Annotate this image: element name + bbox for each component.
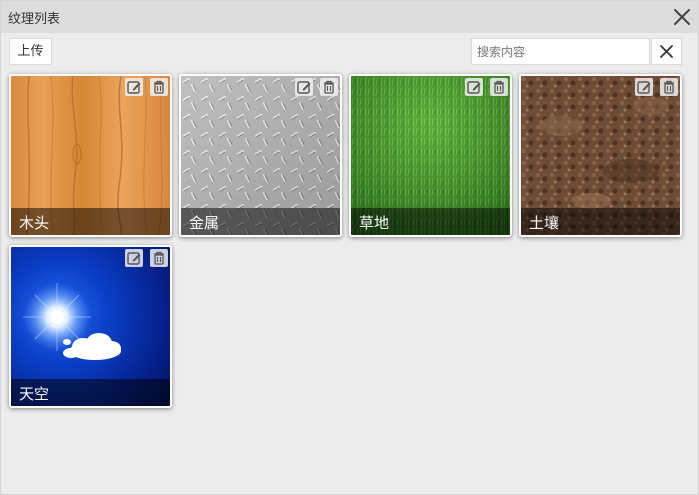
edit-button[interactable]	[465, 78, 483, 96]
trash-icon	[664, 80, 674, 94]
delete-button[interactable]	[150, 78, 168, 96]
texture-card-grass[interactable]: 草地	[349, 74, 512, 237]
title-bar: 纹理列表	[1, 1, 698, 33]
edit-icon	[297, 81, 311, 94]
close-icon	[660, 45, 673, 58]
delete-button[interactable]	[660, 78, 678, 96]
trash-icon	[494, 80, 504, 94]
close-icon	[674, 9, 690, 25]
texture-caption: 天空	[11, 379, 170, 406]
delete-button[interactable]	[150, 249, 168, 267]
texture-card-metal[interactable]: 金属	[179, 74, 342, 237]
edit-button[interactable]	[295, 78, 313, 96]
trash-icon	[154, 251, 164, 265]
texture-card-sky[interactable]: 天空	[9, 245, 172, 408]
upload-button[interactable]: 上传	[9, 38, 52, 65]
edit-button[interactable]	[125, 78, 143, 96]
edit-icon	[637, 81, 651, 94]
texture-caption: 草地	[351, 208, 510, 235]
texture-name: 土壤	[529, 214, 560, 232]
texture-name: 天空	[19, 385, 50, 403]
edit-icon	[467, 81, 481, 94]
texture-name: 草地	[359, 214, 390, 232]
edit-button[interactable]	[635, 78, 653, 96]
search-clear-button[interactable]	[651, 38, 682, 65]
trash-icon	[324, 80, 334, 94]
texture-card-soil[interactable]: 土壤	[519, 74, 682, 237]
texture-card-wood[interactable]: 木头	[9, 74, 172, 237]
edit-button[interactable]	[125, 249, 143, 267]
search-input[interactable]	[471, 38, 650, 65]
texture-caption: 木头	[11, 208, 170, 235]
delete-button[interactable]	[320, 78, 338, 96]
texture-list-dialog: 纹理列表 上传 搜索内容 木头 金属 草地 土壤 天空	[0, 0, 699, 495]
texture-name: 木头	[19, 214, 50, 232]
edit-icon	[127, 81, 141, 94]
texture-name: 金属	[189, 214, 220, 232]
delete-button[interactable]	[490, 78, 508, 96]
texture-caption: 土壤	[521, 208, 680, 235]
dialog-title: 纹理列表	[8, 12, 61, 27]
texture-caption: 金属	[181, 208, 340, 235]
close-button[interactable]	[671, 6, 693, 28]
trash-icon	[154, 80, 164, 94]
edit-icon	[127, 252, 141, 265]
